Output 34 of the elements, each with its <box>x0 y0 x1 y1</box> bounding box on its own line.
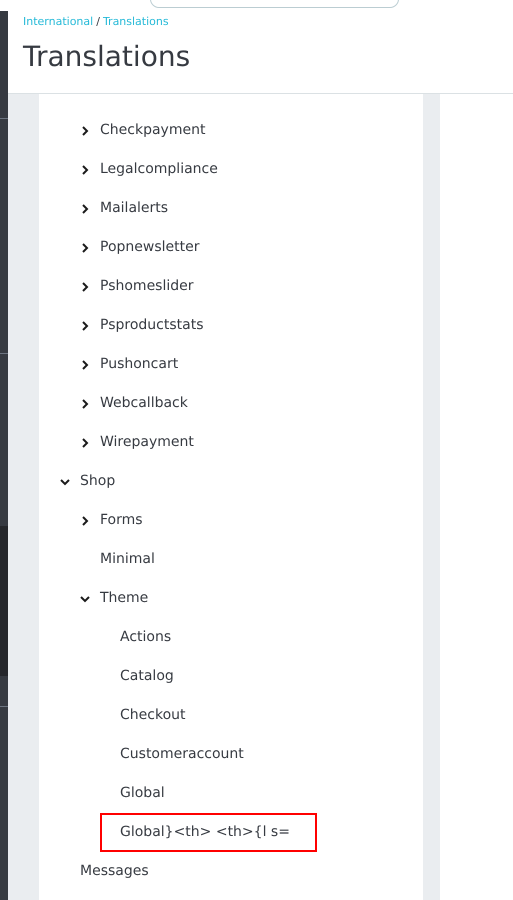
chevron-right-icon[interactable] <box>80 164 90 174</box>
tree-item[interactable]: Shop <box>80 471 116 492</box>
tree-item[interactable]: Global <box>120 783 165 804</box>
breadcrumb-separator: / <box>96 14 100 30</box>
tree-item[interactable]: Theme <box>100 588 148 609</box>
tree-item[interactable]: Messages <box>80 861 149 882</box>
tree-item[interactable]: Actions <box>120 627 172 648</box>
chevron-down-icon[interactable] <box>80 594 90 604</box>
chevron-right-icon[interactable] <box>80 438 90 448</box>
chevron-down-icon[interactable] <box>60 476 70 486</box>
tree-item[interactable]: Legalcompliance <box>100 159 218 180</box>
tree-item[interactable]: Forms <box>100 510 143 531</box>
tree-item[interactable]: Psproductstats <box>100 315 204 336</box>
tree-item[interactable]: Popnewsletter <box>100 237 200 258</box>
chevron-right-icon[interactable] <box>80 320 90 330</box>
chevron-right-icon[interactable] <box>80 126 90 136</box>
tree-item[interactable]: Checkout <box>120 705 186 726</box>
tree-item[interactable]: Pshomeslider <box>100 276 194 297</box>
tree-item[interactable]: Customeraccount <box>120 744 244 765</box>
tree-item[interactable]: Checkpayment <box>100 120 206 141</box>
page-title: Translations <box>23 39 190 75</box>
chevron-right-icon[interactable] <box>80 398 90 408</box>
chevron-right-icon[interactable] <box>80 360 90 370</box>
tree-item[interactable]: Mailalerts <box>100 198 168 219</box>
tree-item[interactable]: Global}<th> <th>{l s= <box>100 813 317 852</box>
tree-item[interactable]: Webcallback <box>100 393 188 414</box>
tree-item[interactable]: Wirepayment <box>100 432 194 453</box>
chevron-right-icon[interactable] <box>80 516 90 526</box>
chevron-right-icon[interactable] <box>80 282 90 292</box>
tree-item[interactable]: Minimal <box>100 549 155 570</box>
chevron-right-icon[interactable] <box>80 204 90 214</box>
tree-item[interactable]: Pushoncart <box>100 354 178 375</box>
tree-item[interactable]: Catalog <box>120 666 174 687</box>
chevron-right-icon[interactable] <box>80 242 90 252</box>
